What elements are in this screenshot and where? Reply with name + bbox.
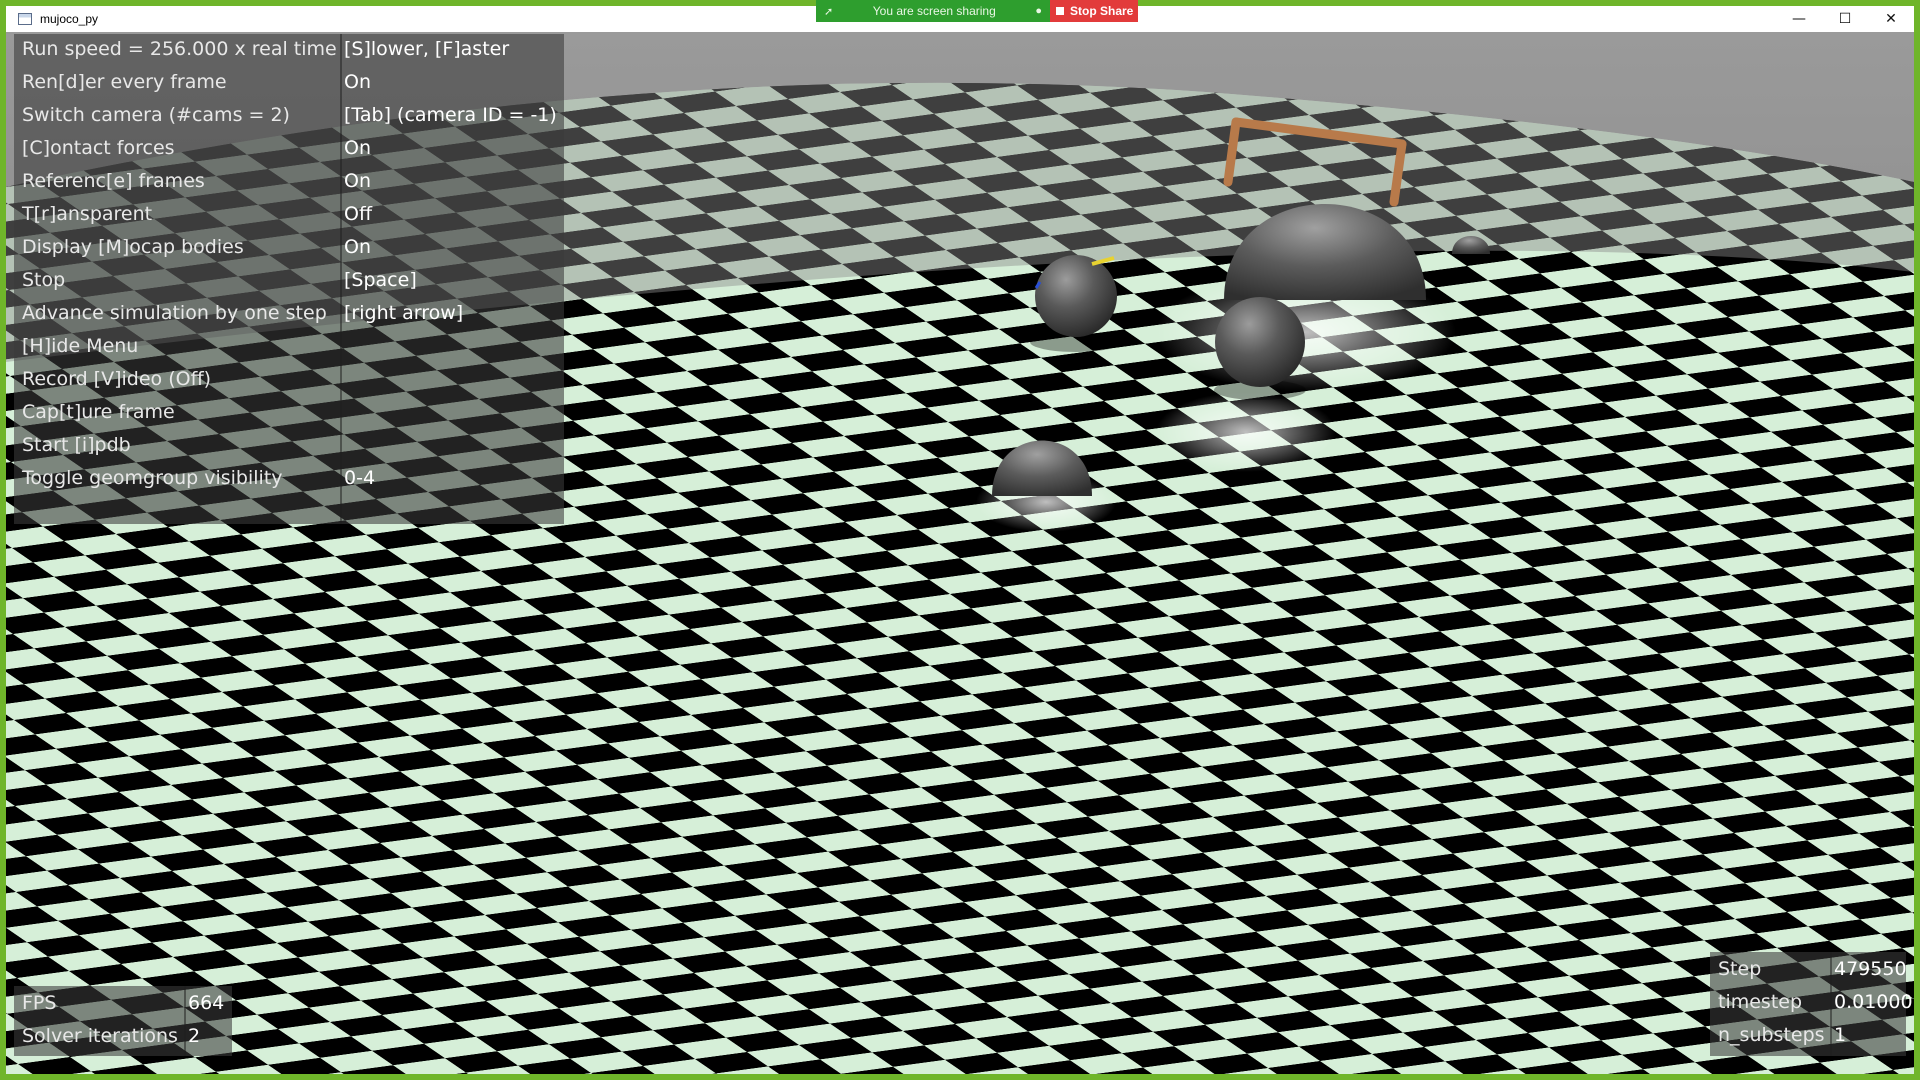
menu-item[interactable]: Run speed = 256.000 x real time [S]lower… [14, 34, 564, 67]
stat-label: Solver iterations [22, 1025, 178, 1047]
simulation-stats-panel: Step 479550 timestep 0.01000 n_substeps … [1710, 952, 1913, 1056]
menu-item-label: Advance simulation by one step [22, 302, 327, 324]
menu-item[interactable]: Cap[t]ure frame [14, 397, 564, 430]
menu-item-value: On [344, 236, 371, 258]
window-app-icon [18, 13, 32, 25]
menu-item-label: [C]ontact forces [22, 137, 175, 159]
menu-item-label: [H]ide Menu [22, 335, 139, 357]
menu-item-label: Cap[t]ure frame [22, 401, 175, 423]
menu-item-label: Switch camera (#cams = 2) [22, 104, 290, 126]
menu-item[interactable]: T[r]ansparent Off [14, 199, 564, 232]
shield-icon: ● [1035, 5, 1042, 17]
stop-share-label: Stop Share [1070, 4, 1134, 18]
screen-share-status-label: You are screen sharing [872, 4, 996, 18]
menu-item-label: Toggle geomgroup visibility [22, 467, 283, 489]
menu-item[interactable]: Start [i]pdb [14, 430, 564, 463]
close-button[interactable]: ✕ [1868, 6, 1914, 32]
menu-item-value: [S]lower, [F]aster [344, 38, 510, 60]
light-spot [1156, 392, 1336, 472]
stat-value: 479550 [1834, 958, 1907, 980]
stat-row: Solver iterations 2 [14, 1021, 232, 1054]
menu-item[interactable]: [H]ide Menu [14, 331, 564, 364]
stat-value: 0.01000 [1834, 991, 1913, 1013]
menu-item[interactable]: [C]ontact forces On [14, 133, 564, 166]
menu-item-value: On [344, 170, 371, 192]
minimize-button[interactable]: — [1776, 6, 1822, 32]
menu-item-value: On [344, 137, 371, 159]
menu-item[interactable]: Switch camera (#cams = 2) [Tab] (camera … [14, 100, 564, 133]
stat-label: n_substeps [1718, 1024, 1825, 1046]
menu-item[interactable]: Advance simulation by one step [right ar… [14, 298, 564, 331]
stat-value: 1 [1834, 1024, 1847, 1046]
simulation-viewport[interactable]: Run speed = 256.000 x real time [S]lower… [6, 32, 1914, 1074]
stat-row: timestep 0.01000 [1710, 987, 1913, 1020]
window-controls: — ☐ ✕ [1776, 6, 1914, 32]
menu-item-label: Referenc[e] frames [22, 170, 205, 192]
menu-item-label: T[r]ansparent [22, 203, 153, 225]
stat-label: timestep [1718, 991, 1803, 1013]
menu-item-value: Off [344, 203, 373, 225]
stat-row: FPS 664 [14, 988, 232, 1021]
fps-stats-panel: FPS 664 Solver iterations 2 [14, 986, 232, 1056]
menu-item[interactable]: Stop [Space] [14, 265, 564, 298]
maximize-button[interactable]: ☐ [1822, 6, 1868, 32]
stop-icon [1056, 7, 1064, 15]
menu-item-value: 0-4 [344, 467, 376, 489]
menu-item-value: On [344, 71, 371, 93]
menu-item[interactable]: Record [V]ideo (Off) [14, 364, 564, 397]
sphere-1 [1035, 255, 1117, 337]
menu-item-label: Ren[d]er every frame [22, 71, 227, 93]
viewer-menu-panel: Run speed = 256.000 x real time [S]lower… [14, 34, 564, 524]
stat-value: 2 [188, 1025, 201, 1047]
menu-item-label: Display [M]ocap bodies [22, 236, 244, 258]
menu-item-label: Start [i]pdb [22, 434, 131, 456]
menu-item-value: [Tab] (camera ID = -1) [344, 104, 557, 126]
menu-item-label: Record [V]ideo (Off) [22, 368, 212, 390]
menu-item[interactable]: Toggle geomgroup visibility 0-4 [14, 463, 564, 496]
menu-item[interactable]: Ren[d]er every frame On [14, 67, 564, 100]
menu-item-value: [Space] [344, 269, 417, 291]
screen-share-status: ➚ You are screen sharing ● [816, 0, 1050, 22]
screen-share-bar: ➚ You are screen sharing ● Stop Share [816, 0, 1138, 22]
menu-item[interactable]: Display [M]ocap bodies On [14, 232, 564, 265]
stat-label: FPS [22, 992, 57, 1014]
menu-item-label: Run speed = 256.000 x real time [22, 38, 337, 60]
stat-row: n_substeps 1 [1710, 1020, 1906, 1053]
menu-item-label: Stop [22, 269, 66, 291]
menu-item-value: [right arrow] [344, 302, 464, 324]
share-arrow-icon: ➚ [824, 5, 834, 18]
window-title: mujoco_py [40, 12, 99, 26]
stat-value: 664 [188, 992, 225, 1014]
stop-share-button[interactable]: Stop Share [1050, 0, 1138, 22]
stat-row: Step 479550 [1710, 954, 1907, 987]
stat-label: Step [1718, 958, 1762, 980]
sphere-2 [1215, 297, 1305, 387]
menu-item[interactable]: Referenc[e] frames On [14, 166, 564, 199]
